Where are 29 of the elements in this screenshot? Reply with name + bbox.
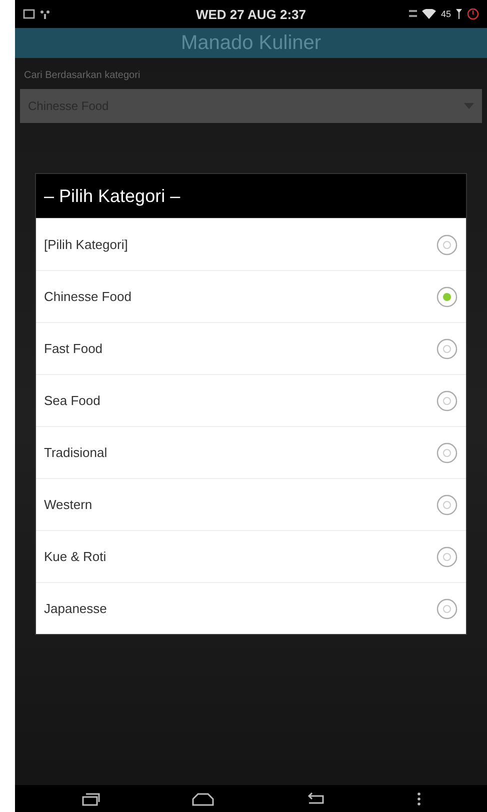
category-option[interactable]: Japanesse [36, 582, 466, 634]
picture-notification-icon [23, 9, 35, 19]
category-option[interactable]: Tradisional [36, 426, 466, 478]
signal-icon [456, 9, 462, 19]
category-option[interactable]: Sea Food [36, 374, 466, 426]
radio-button[interactable] [436, 598, 458, 620]
wifi-icon [422, 9, 436, 19]
home-icon[interactable] [192, 792, 214, 806]
app-title: Manado Kuliner [180, 32, 322, 54]
category-option[interactable]: Fast Food [36, 322, 466, 374]
category-option[interactable]: Chinesse Food [36, 270, 466, 322]
data-icon [408, 9, 417, 19]
dialog-title: – Pilih Kategori – [44, 186, 180, 206]
back-icon[interactable] [306, 792, 326, 806]
radio-button[interactable] [436, 338, 458, 360]
radio-button[interactable] [436, 442, 458, 464]
radio-button[interactable] [436, 546, 458, 568]
category-option[interactable]: Western [36, 478, 466, 530]
radio-button[interactable] [436, 390, 458, 412]
filter-label: Cari Berdasarkan kategori [23, 69, 142, 83]
status-time: WED 27 AUG 2:37 [196, 6, 306, 22]
overflow-menu-icon[interactable] [417, 792, 422, 806]
category-option[interactable]: Kue & Roti [36, 530, 466, 582]
category-option[interactable]: [Pilih Kategori] [36, 218, 466, 270]
recent-apps-icon[interactable] [80, 792, 101, 806]
signal-strength-text: 45 [440, 9, 451, 19]
radio-button[interactable] [436, 234, 458, 256]
radio-button[interactable] [436, 286, 458, 308]
radio-button[interactable] [436, 494, 458, 516]
